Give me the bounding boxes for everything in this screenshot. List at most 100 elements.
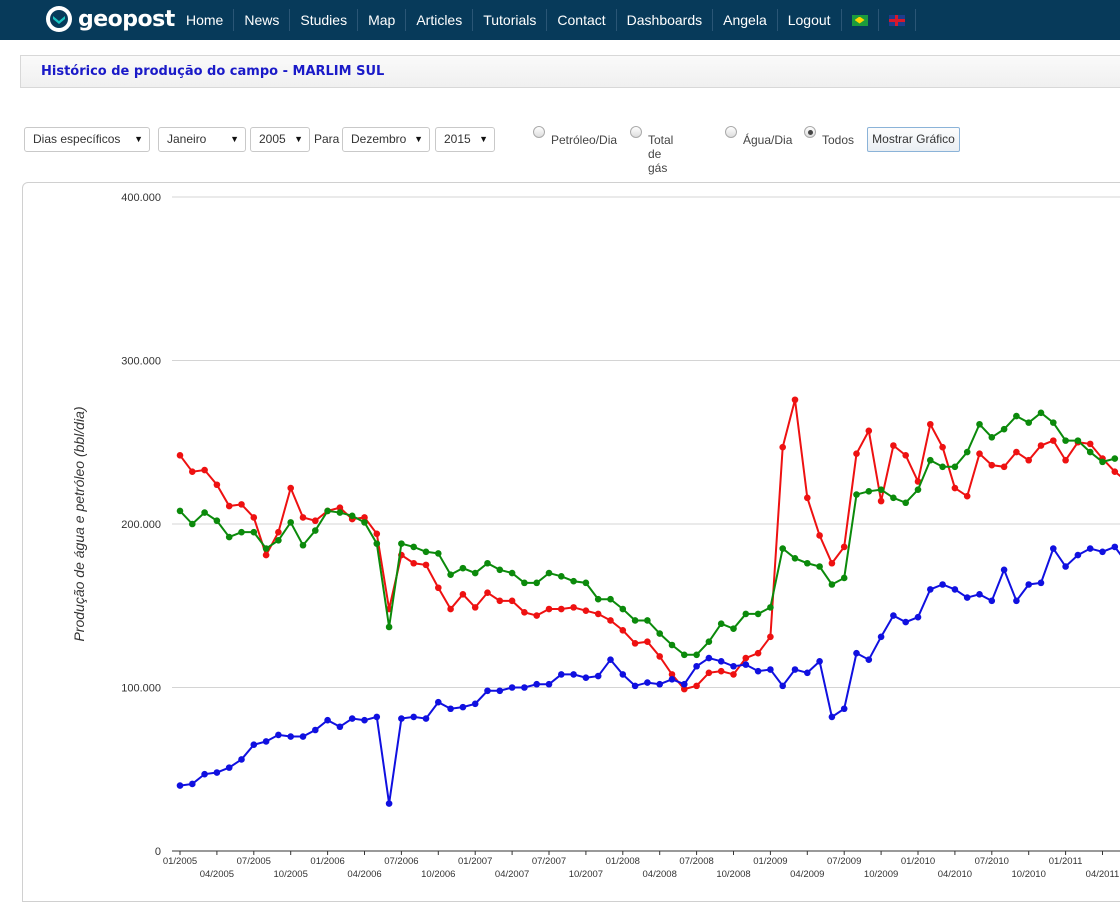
data-point[interactable] xyxy=(976,450,983,457)
data-point[interactable] xyxy=(607,656,614,664)
data-point[interactable] xyxy=(644,617,651,624)
data-point[interactable] xyxy=(373,530,381,538)
data-point[interactable] xyxy=(791,396,799,404)
data-point[interactable] xyxy=(865,427,873,435)
data-point[interactable] xyxy=(644,679,651,686)
data-point[interactable] xyxy=(951,463,959,471)
data-point[interactable] xyxy=(287,484,295,492)
data-point[interactable] xyxy=(939,581,946,588)
data-point[interactable] xyxy=(1037,409,1045,417)
data-point[interactable] xyxy=(717,620,725,628)
data-point[interactable] xyxy=(1050,419,1057,426)
data-point[interactable] xyxy=(791,555,799,562)
data-point[interactable] xyxy=(1086,448,1094,456)
data-point[interactable] xyxy=(410,543,418,551)
data-point[interactable] xyxy=(1037,442,1045,449)
data-point[interactable] xyxy=(607,617,614,624)
data-point[interactable] xyxy=(877,486,885,493)
data-point[interactable] xyxy=(201,509,208,516)
data-point[interactable] xyxy=(299,733,307,740)
data-point[interactable] xyxy=(582,607,590,614)
data-point[interactable] xyxy=(570,671,577,678)
data-point[interactable] xyxy=(361,519,368,526)
data-point[interactable] xyxy=(619,671,627,678)
data-point[interactable] xyxy=(201,466,208,474)
data-point[interactable] xyxy=(1025,456,1032,464)
data-point[interactable] xyxy=(1013,412,1020,420)
data-point[interactable] xyxy=(287,519,295,526)
data-point[interactable] xyxy=(496,566,504,574)
data-point[interactable] xyxy=(1099,458,1106,466)
data-point[interactable] xyxy=(816,563,823,570)
data-point[interactable] xyxy=(804,494,811,502)
data-point[interactable] xyxy=(545,569,553,577)
data-point[interactable] xyxy=(435,698,442,706)
data-point[interactable] xyxy=(594,610,602,618)
data-point[interactable] xyxy=(619,626,627,634)
data-point[interactable] xyxy=(668,676,676,683)
data-point[interactable] xyxy=(521,608,528,616)
data-point[interactable] xyxy=(890,612,897,619)
data-point[interactable] xyxy=(1111,455,1119,462)
data-point[interactable] xyxy=(693,682,700,690)
data-point[interactable] xyxy=(742,610,750,618)
data-point[interactable] xyxy=(385,800,393,807)
data-point[interactable] xyxy=(951,484,959,492)
data-point[interactable] xyxy=(779,443,786,451)
data-point[interactable] xyxy=(705,654,713,662)
data-point[interactable] xyxy=(939,443,946,451)
data-point[interactable] xyxy=(422,548,430,556)
data-point[interactable] xyxy=(693,662,700,670)
data-point[interactable] xyxy=(927,420,934,428)
data-point[interactable] xyxy=(754,649,762,657)
data-point[interactable] xyxy=(225,533,233,541)
data-point[interactable] xyxy=(324,716,331,724)
data-point[interactable] xyxy=(963,448,971,456)
data-point[interactable] xyxy=(631,617,639,624)
data-point[interactable] xyxy=(927,456,934,464)
data-point[interactable] xyxy=(742,661,750,668)
data-point[interactable] xyxy=(1000,463,1008,471)
data-point[interactable] xyxy=(853,491,860,498)
data-point[interactable] xyxy=(951,586,959,593)
data-point[interactable] xyxy=(902,618,909,626)
data-point[interactable] xyxy=(447,571,454,578)
data-point[interactable] xyxy=(201,770,208,778)
data-point[interactable] xyxy=(607,595,614,603)
data-point[interactable] xyxy=(238,501,245,508)
data-point[interactable] xyxy=(705,669,713,677)
data-point[interactable] xyxy=(348,715,356,722)
data-point[interactable] xyxy=(779,682,786,690)
data-point[interactable] xyxy=(299,541,307,549)
data-point[interactable] xyxy=(410,559,418,567)
data-point[interactable] xyxy=(570,604,577,611)
data-point[interactable] xyxy=(250,514,258,521)
data-point[interactable] xyxy=(644,638,651,646)
data-point[interactable] xyxy=(988,434,996,441)
data-point[interactable] xyxy=(754,667,762,675)
data-point[interactable] xyxy=(533,579,540,587)
data-point[interactable] xyxy=(312,517,319,525)
data-point[interactable] xyxy=(1050,545,1057,552)
data-point[interactable] xyxy=(435,550,442,557)
data-point[interactable] xyxy=(508,684,516,691)
data-point[interactable] xyxy=(213,769,221,776)
data-point[interactable] xyxy=(225,764,233,771)
data-point[interactable] xyxy=(804,559,811,567)
data-point[interactable] xyxy=(398,715,405,722)
data-point[interactable] xyxy=(963,594,971,601)
data-point[interactable] xyxy=(545,605,553,613)
data-point[interactable] xyxy=(631,682,639,690)
data-point[interactable] xyxy=(336,723,344,731)
data-point[interactable] xyxy=(471,700,479,708)
data-point[interactable] xyxy=(988,597,996,605)
data-point[interactable] xyxy=(361,716,368,724)
data-point[interactable] xyxy=(521,684,528,691)
data-point[interactable] xyxy=(459,564,467,572)
data-point[interactable] xyxy=(545,680,553,688)
data-point[interactable] xyxy=(189,780,196,788)
data-point[interactable] xyxy=(1025,419,1032,426)
data-point[interactable] xyxy=(238,528,245,536)
data-point[interactable] xyxy=(963,492,971,500)
data-point[interactable] xyxy=(914,613,922,621)
